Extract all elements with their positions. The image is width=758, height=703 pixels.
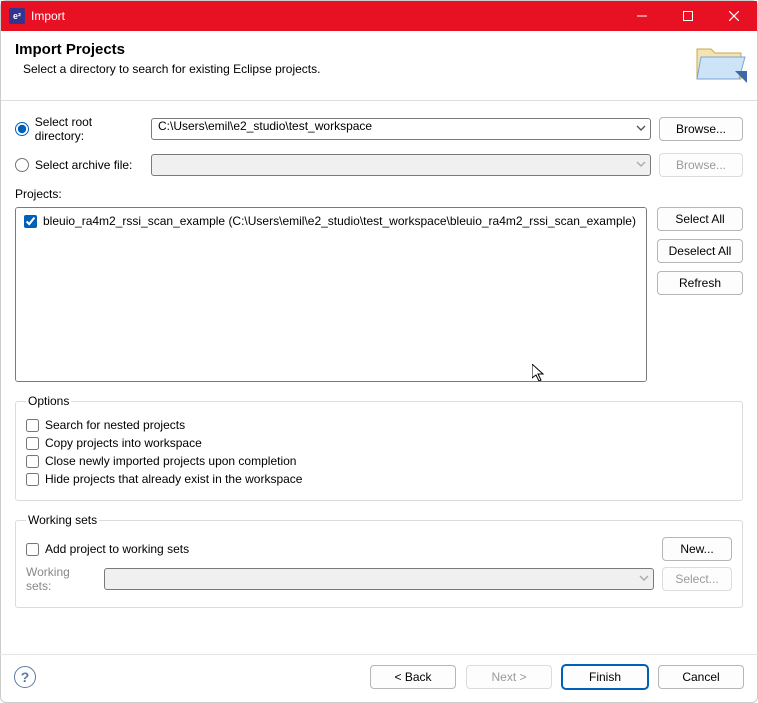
wizard-content: Select root directory: C:\Users\emil\e2_…: [1, 101, 757, 608]
working-sets-combo: [104, 568, 654, 590]
archive-file-combo: [151, 154, 651, 176]
working-sets-group: Working sets Add project to working sets…: [15, 513, 743, 608]
working-sets-label: Working sets:: [26, 565, 96, 593]
close-new-checkbox[interactable]: [26, 455, 39, 468]
titlebar: e² Import: [1, 1, 757, 31]
browse-root-label: Browse...: [676, 122, 726, 136]
minimize-icon: [637, 11, 647, 21]
close-new-label: Close newly imported projects upon compl…: [45, 454, 296, 468]
archive-file-radio-label[interactable]: Select archive file:: [15, 158, 143, 172]
root-directory-radio[interactable]: [15, 122, 29, 136]
root-directory-label: Select root directory:: [35, 115, 143, 143]
chevron-down-icon: [639, 572, 649, 586]
copy-checkbox[interactable]: [26, 437, 39, 450]
projects-listbox[interactable]: bleuio_ra4m2_rssi_scan_example (C:\Users…: [15, 207, 647, 382]
new-working-set-label: New...: [680, 542, 713, 556]
options-group: Options Search for nested projects Copy …: [15, 394, 743, 501]
close-button[interactable]: [711, 1, 757, 31]
help-icon: ?: [21, 669, 30, 685]
working-sets-legend: Working sets: [26, 513, 99, 527]
back-button[interactable]: < Back: [370, 665, 456, 689]
browse-root-button[interactable]: Browse...: [659, 117, 743, 141]
refresh-button[interactable]: Refresh: [657, 271, 743, 295]
wizard-header: Import Projects Select a directory to se…: [1, 31, 757, 101]
deselect-all-label: Deselect All: [669, 244, 732, 258]
page-title: Import Projects: [15, 41, 320, 58]
browse-archive-button: Browse...: [659, 153, 743, 177]
project-item-text: bleuio_ra4m2_rssi_scan_example (C:\Users…: [43, 214, 636, 228]
cancel-button[interactable]: Cancel: [658, 665, 744, 689]
add-working-set-checkbox[interactable]: [26, 543, 39, 556]
archive-file-radio[interactable]: [15, 158, 29, 172]
finish-button[interactable]: Finish: [562, 665, 648, 689]
search-nested-row[interactable]: Search for nested projects: [26, 418, 732, 432]
select-all-button[interactable]: Select All: [657, 207, 743, 231]
chevron-down-icon: [636, 158, 646, 172]
back-label: < Back: [394, 670, 431, 684]
window-title: Import: [31, 9, 65, 23]
list-item[interactable]: bleuio_ra4m2_rssi_scan_example (C:\Users…: [24, 214, 638, 228]
archive-file-label: Select archive file:: [35, 158, 132, 172]
deselect-all-button[interactable]: Deselect All: [657, 239, 743, 263]
maximize-button[interactable]: [665, 1, 711, 31]
next-label: Next >: [491, 670, 526, 684]
hide-existing-row[interactable]: Hide projects that already exist in the …: [26, 472, 732, 486]
archive-file-row: Select archive file: Browse...: [15, 153, 743, 177]
browse-archive-label: Browse...: [676, 158, 726, 172]
close-icon: [729, 11, 739, 21]
hide-existing-label: Hide projects that already exist in the …: [45, 472, 302, 486]
select-working-set-label: Select...: [675, 572, 718, 586]
cancel-label: Cancel: [682, 670, 719, 684]
hide-existing-checkbox[interactable]: [26, 473, 39, 486]
finish-label: Finish: [589, 670, 621, 684]
project-checkbox[interactable]: [24, 215, 37, 228]
add-working-set-row[interactable]: Add project to working sets: [26, 542, 654, 556]
chevron-down-icon: [636, 122, 646, 136]
options-legend: Options: [26, 394, 71, 408]
copy-row[interactable]: Copy projects into workspace: [26, 436, 732, 450]
select-working-set-button: Select...: [662, 567, 732, 591]
close-new-row[interactable]: Close newly imported projects upon compl…: [26, 454, 732, 468]
root-directory-combo[interactable]: C:\Users\emil\e2_studio\test_workspace: [151, 118, 651, 140]
wizard-footer: ? < Back Next > Finish Cancel: [0, 654, 758, 703]
root-directory-value: C:\Users\emil\e2_studio\test_workspace: [158, 119, 372, 133]
page-subtitle: Select a directory to search for existin…: [23, 62, 320, 76]
root-directory-radio-label[interactable]: Select root directory:: [15, 115, 143, 143]
root-directory-row: Select root directory: C:\Users\emil\e2_…: [15, 115, 743, 143]
projects-label: Projects:: [15, 187, 743, 201]
maximize-icon: [683, 11, 693, 21]
app-icon: e²: [9, 8, 25, 24]
select-all-label: Select All: [675, 212, 724, 226]
copy-label: Copy projects into workspace: [45, 436, 202, 450]
search-nested-checkbox[interactable]: [26, 419, 39, 432]
minimize-button[interactable]: [619, 1, 665, 31]
add-working-set-label: Add project to working sets: [45, 542, 189, 556]
search-nested-label: Search for nested projects: [45, 418, 185, 432]
folder-import-icon: [691, 35, 747, 88]
help-button[interactable]: ?: [14, 666, 36, 688]
mouse-cursor-icon: [532, 364, 548, 382]
next-button: Next >: [466, 665, 552, 689]
refresh-label: Refresh: [679, 276, 721, 290]
new-working-set-button[interactable]: New...: [662, 537, 732, 561]
